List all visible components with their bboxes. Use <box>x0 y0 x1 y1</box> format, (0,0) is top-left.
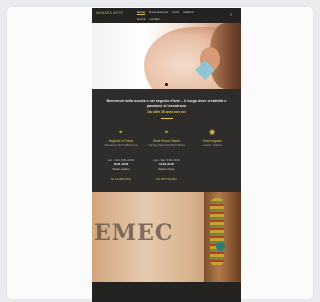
location-col-1: ⌖ Negozio in Roma Via Cavour 112 00184 R… <box>101 129 141 148</box>
location-col-3: ◉ Orari negozio Lunedì – Sabato <box>192 129 232 148</box>
hours-note-1: Sabato mattina <box>112 167 130 171</box>
hero-image <box>92 23 241 89</box>
location-title-2: Sede Roma Talenti <box>153 139 180 143</box>
locations-row: ⌖ Negozio in Roma Via Cavour 112 00184 R… <box>92 129 241 148</box>
bracelet-illustration <box>210 198 224 266</box>
intro-section: Benvenuti nella scuola e nel negozio d'a… <box>92 89 241 119</box>
nav-corsi[interactable]: Corsi <box>172 10 179 15</box>
nav-galleria[interactable]: Galleria <box>183 10 193 15</box>
hours-highlight-2: 15:30–19:30 <box>159 163 174 167</box>
hours-col-1: Lun – Ven: 9:30–13:00 15:30–19:30 Sabato… <box>101 158 141 172</box>
phone-link-2[interactable]: Tel: 06 8719 2261 <box>146 178 186 182</box>
hours-highlight-1: 15:30–19:30 <box>113 163 129 167</box>
location-title-1: Negozio in Roma <box>108 139 134 143</box>
location-text-3: Lunedì – Sabato <box>202 144 222 147</box>
map-pin-icon: ⌖ <box>164 129 169 136</box>
intro-divider <box>160 118 173 119</box>
website-preview: MANARA ARTE Home Presentazione Corsi Gal… <box>92 8 241 302</box>
nav-eventi[interactable]: Eventi <box>137 17 145 21</box>
hours-col-3 <box>192 158 232 172</box>
photo-word: EMEC <box>94 220 174 246</box>
phone-link-1[interactable]: Tel: 06 4825 0119 <box>101 178 141 182</box>
nav-home[interactable]: Home <box>137 10 146 15</box>
hamburger-icon[interactable]: ≡ <box>230 12 235 17</box>
location-title-3: Orari negozio <box>202 139 222 143</box>
site-logo[interactable]: MANARA ARTE <box>96 11 123 15</box>
intro-title: Benvenuti nella scuola e nel negozio d'a… <box>106 99 227 108</box>
phone-row: Tel: 06 4825 0119 Tel: 06 8719 2261 <box>92 177 241 182</box>
location-text-2: Via Ugo Ojetti 234 00137 Roma <box>148 144 185 147</box>
hours-note-2: Sabato chiuso <box>158 167 175 171</box>
hours-days-2: Lun – Ven: 9:30–13:00 <box>153 158 180 162</box>
nav-contatti[interactable]: Contatti <box>149 17 159 21</box>
location-text-1: Via Cavour 112 00184 Roma <box>104 144 138 147</box>
phone-col-3 <box>192 177 232 182</box>
location-col-2: ⌖ Sede Roma Talenti Via Ugo Ojetti 234 0… <box>146 129 186 148</box>
phone-col-2: Tel: 06 8719 2261 <box>146 177 186 182</box>
intro-subtitle: Da oltre 25 anni con voi <box>147 110 186 114</box>
hours-days-1: Lun – Ven: 9:30–13:00 <box>107 158 134 162</box>
hours-col-2: Lun – Ven: 9:30–13:00 15:30–19:30 Sabato… <box>146 158 186 172</box>
bead-illustration <box>216 242 225 251</box>
map-pin-icon: ⌖ <box>118 129 123 136</box>
nav-presentazione[interactable]: Presentazione <box>149 10 168 15</box>
main-nav: Home Presentazione Corsi Galleria <box>137 10 194 15</box>
hours-row: Lun – Ven: 9:30–13:00 15:30–19:30 Sabato… <box>92 158 241 172</box>
gallery-photo: EMEC <box>92 192 241 282</box>
hero-dot <box>165 83 168 86</box>
eye-icon: ◉ <box>209 129 216 136</box>
phone-col-1: Tel: 06 4825 0119 <box>101 177 141 182</box>
header: MANARA ARTE Home Presentazione Corsi Gal… <box>92 8 241 23</box>
secondary-nav: Eventi Contatti <box>137 17 160 21</box>
footer <box>92 282 241 302</box>
